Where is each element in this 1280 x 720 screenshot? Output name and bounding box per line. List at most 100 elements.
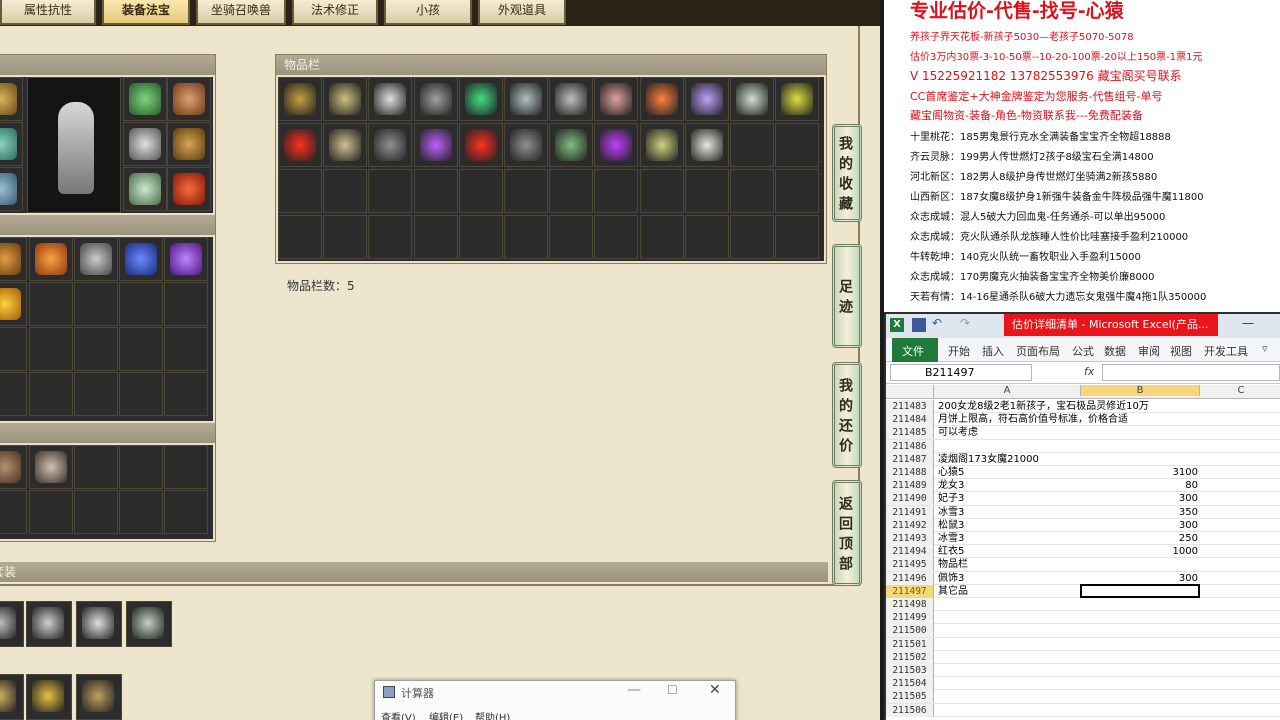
menu-view[interactable]: 查看(V) — [381, 709, 416, 720]
ribbon-tab-page-layout[interactable]: 页面布局 — [1016, 343, 1060, 359]
row-number[interactable]: 211504 — [886, 677, 934, 691]
inventory-slot[interactable] — [413, 169, 458, 213]
equip-slot[interactable] — [167, 122, 211, 166]
companion-slot[interactable] — [29, 490, 73, 534]
my-offers-button[interactable]: 我的还价 — [832, 362, 862, 468]
cell-a[interactable]: 红衣5 — [938, 545, 964, 558]
tab-attributes[interactable]: 属性抗性 — [0, 0, 96, 25]
inventory-slot[interactable] — [775, 215, 820, 259]
tab-appearance[interactable]: 外观道具 — [478, 0, 566, 25]
inventory-slot[interactable] — [413, 123, 458, 167]
set-item-slot[interactable] — [26, 601, 72, 647]
treasure-slot[interactable] — [164, 327, 208, 371]
row-number[interactable]: 211483 — [886, 400, 934, 413]
treasure-slot[interactable] — [119, 372, 163, 416]
row-number[interactable]: 211495 — [886, 558, 934, 572]
treasure-slot[interactable] — [29, 327, 73, 371]
inventory-slot[interactable] — [458, 77, 503, 121]
cell-b[interactable]: 80 — [1082, 479, 1198, 492]
cell-b[interactable]: 300 — [1082, 519, 1198, 532]
companion-slot[interactable] — [164, 490, 208, 534]
row-number[interactable]: 211492 — [886, 518, 934, 532]
inventory-slot[interactable] — [278, 169, 322, 213]
tab-child[interactable]: 小孩 — [384, 0, 472, 25]
cell-b[interactable]: 300 — [1082, 492, 1198, 505]
row-number[interactable]: 211489 — [886, 479, 934, 493]
fx-icon[interactable]: fx — [1084, 365, 1094, 378]
menu-help[interactable]: 帮助(H) — [475, 709, 510, 720]
ribbon-tab-home[interactable]: 开始 — [948, 343, 970, 359]
table-row[interactable]: 211490 妃子3 300 — [886, 492, 1280, 506]
table-row[interactable]: 211489 龙女3 80 — [886, 479, 1280, 493]
inventory-slot[interactable] — [684, 77, 729, 121]
treasure-slot[interactable] — [119, 237, 163, 281]
treasure-slot[interactable] — [164, 372, 208, 416]
file-tab[interactable]: 文件 — [892, 338, 938, 362]
companion-slot[interactable] — [74, 490, 118, 534]
equip-slot[interactable] — [0, 167, 23, 211]
row-number[interactable]: 211497 — [886, 584, 934, 598]
companion-slot[interactable] — [119, 445, 163, 489]
row-number[interactable]: 211491 — [886, 505, 934, 519]
table-row[interactable]: 211486 — [886, 439, 1280, 453]
formula-input[interactable] — [1102, 364, 1280, 381]
table-row[interactable]: 211493 冰雪3 250 — [886, 532, 1280, 546]
treasure-slot[interactable] — [74, 372, 118, 416]
companion-slot[interactable] — [119, 490, 163, 534]
ribbon-tab-insert[interactable]: 插入 — [982, 343, 1004, 359]
cell-a[interactable]: 松鼠3 — [938, 519, 964, 532]
table-row[interactable]: 211492 松鼠3 300 — [886, 518, 1280, 532]
inventory-slot[interactable] — [323, 215, 368, 259]
row-number[interactable]: 211486 — [886, 439, 934, 453]
treasure-slot[interactable] — [119, 327, 163, 371]
companion-slot[interactable] — [29, 445, 73, 489]
inventory-slot[interactable] — [504, 123, 548, 167]
tab-spell-correction[interactable]: 法术修正 — [292, 0, 378, 25]
set-item-slot[interactable] — [76, 674, 122, 720]
row-number[interactable]: 211503 — [886, 664, 934, 677]
inventory-slot[interactable] — [730, 77, 774, 121]
column-header-a[interactable]: A — [934, 385, 1080, 396]
cell-b[interactable]: 250 — [1082, 532, 1198, 545]
treasure-slot[interactable] — [0, 282, 27, 326]
cell-a[interactable]: 可以考虑 — [938, 426, 978, 439]
inventory-slot[interactable] — [549, 123, 594, 167]
treasure-slot[interactable] — [74, 282, 118, 326]
treasure-slot[interactable] — [0, 237, 27, 281]
collapse-ribbon-icon[interactable]: ▿ — [1262, 342, 1268, 355]
table-row[interactable]: 211487 凌烟阁173女魔21000 — [886, 452, 1280, 466]
set-item-slot[interactable] — [0, 601, 24, 647]
cell-a[interactable]: 心猿5 — [938, 466, 964, 479]
inventory-slot[interactable] — [594, 215, 639, 259]
set-item-slot[interactable] — [26, 674, 72, 720]
close-icon[interactable]: ✕ — [709, 682, 721, 698]
inventory-slot[interactable] — [594, 169, 639, 213]
table-row[interactable]: 211496 佩饰3 300 — [886, 571, 1280, 585]
table-row[interactable]: 211497 其它品 — [886, 583, 1280, 598]
table-row[interactable]: 211483 200女龙8级2老1新孩子，宝石极品灵修近10万 — [886, 400, 1280, 414]
table-row[interactable]: 211505 — [886, 690, 1280, 704]
row-number[interactable]: 211499 — [886, 611, 934, 625]
row-number[interactable]: 211502 — [886, 650, 934, 664]
cell-a[interactable]: 月饼上限高，符石高价值号标准，价格合适 — [938, 413, 1128, 426]
inventory-slot[interactable] — [594, 123, 639, 167]
inventory-slot[interactable] — [730, 123, 774, 167]
cell-a[interactable]: 妃子3 — [938, 492, 964, 505]
cell-a[interactable]: 凌烟阁173女魔21000 — [938, 453, 1039, 466]
inventory-slot[interactable] — [458, 123, 503, 167]
inventory-slot[interactable] — [730, 169, 774, 213]
companion-slot[interactable] — [74, 445, 118, 489]
table-row[interactable]: 211488 心猿5 3100 — [886, 466, 1280, 480]
table-row[interactable]: 211485 可以考虑 — [886, 426, 1280, 440]
treasure-slot[interactable] — [74, 237, 118, 281]
ribbon-tab-developer[interactable]: 开发工具 — [1204, 343, 1248, 359]
row-number[interactable]: 211487 — [886, 452, 934, 466]
back-to-top-button[interactable]: 返回顶部 — [832, 480, 862, 586]
inventory-slot[interactable] — [594, 77, 639, 121]
table-row[interactable]: 211495 物品栏 — [886, 558, 1280, 572]
table-row[interactable]: 211503 — [886, 664, 1280, 678]
table-row[interactable]: 211484 月饼上限高，符石高价值号标准，价格合适 — [886, 413, 1280, 427]
inventory-slot[interactable] — [775, 123, 820, 167]
treasure-slot[interactable] — [164, 282, 208, 326]
inventory-slot[interactable] — [639, 123, 684, 167]
